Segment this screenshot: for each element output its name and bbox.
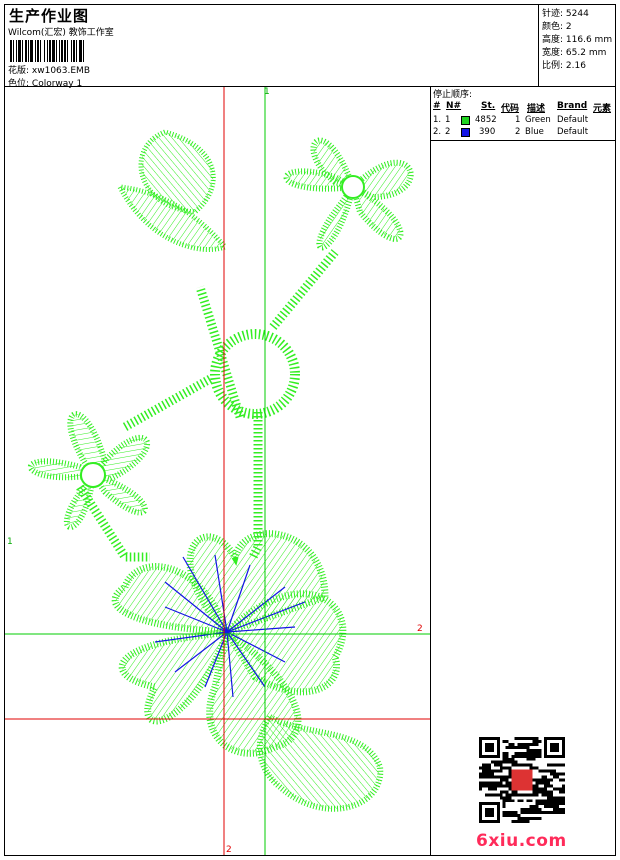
stat-width: 宽度: 65.2 mm [542,45,606,58]
bottom-leaf [256,713,384,812]
stat-label: 比例: [542,61,564,71]
col-brand: Brand [557,101,588,111]
company-name: Wilcom(汇宏) 教饰工作室 [8,28,114,38]
stop-sequence-panel: 停止顺序: # N# St. 代码 描述 Brand 元素 1. 1 4852 … [431,87,615,855]
axis-label-green-left: 1 [7,537,13,547]
row1-code: 1 [515,115,521,125]
row2-index: 2. [433,127,442,137]
row1-brand: Default [557,115,589,125]
main-flower [111,530,347,757]
stat-value: 116.6 mm [565,35,613,45]
stat-scale: 比例: 2.16 [542,58,586,71]
row1-needle: 1 [445,115,451,125]
watermark: 6xiu.com [476,831,567,851]
col-description: 描述 [527,104,546,114]
col-stitches: St. [481,101,496,111]
header-info: 生产作业图 Wilcom(汇宏) 教饰工作室 花版: xw1063.EMB 色位… [5,5,539,89]
stat-label: 针迹: [542,9,564,19]
axis-label-red-bottom: 2 [226,845,232,855]
stat-colors: 颜色: 2 [542,19,572,32]
embroidery-drawing [5,87,430,855]
stat-stitches: 针迹: 5244 [542,6,589,19]
stems [76,249,339,562]
row1-stitches: 4852 [475,115,497,125]
page-title: 生产作业图 [9,7,90,25]
row2-color-swatch [461,128,470,137]
stat-value: 2.16 [565,61,586,71]
row2-brand: Default [557,127,589,137]
row2-code: 2 [515,127,521,137]
stat-label: 高度: [542,35,564,45]
row2-needle: 2 [445,127,451,137]
design-name: 花版: xw1063.EMB [8,63,90,76]
stat-height: 高度: 116.6 mm [542,32,612,45]
stats-panel: 针迹: 5244 颜色: 2 高度: 116.6 mm 宽度: 65.2 mm … [539,5,615,87]
col-element: 元素 [593,104,612,114]
col-needle: N# [446,101,462,111]
row1-description: Green [525,115,551,125]
stat-value: 65.2 mm [565,48,607,58]
row1-index: 1. [433,115,442,125]
embroidery-canvas: 1 1 2 2 [5,87,431,855]
design-value: xw1063.EMB [31,66,90,76]
design-label: 花版: [8,66,30,76]
row2-stitches: 390 [479,127,496,137]
col-code: 代码 [501,104,520,114]
axis-label-red-right: 2 [417,624,423,634]
row2-description: Blue [525,127,544,137]
qr-code-icon [479,737,565,823]
sequence-divider [431,140,615,141]
axis-label-green-top: 1 [264,87,270,97]
top-left-leaf [115,129,230,252]
stat-label: 颜色: [542,22,564,32]
sequence-title: 停止顺序: [433,90,473,100]
col-index: # [433,101,441,111]
stat-value: 2 [565,22,572,32]
stat-value: 5244 [565,9,589,19]
barcode-icon [10,40,84,62]
stat-label: 宽度: [542,48,564,58]
row1-color-swatch [461,116,470,125]
